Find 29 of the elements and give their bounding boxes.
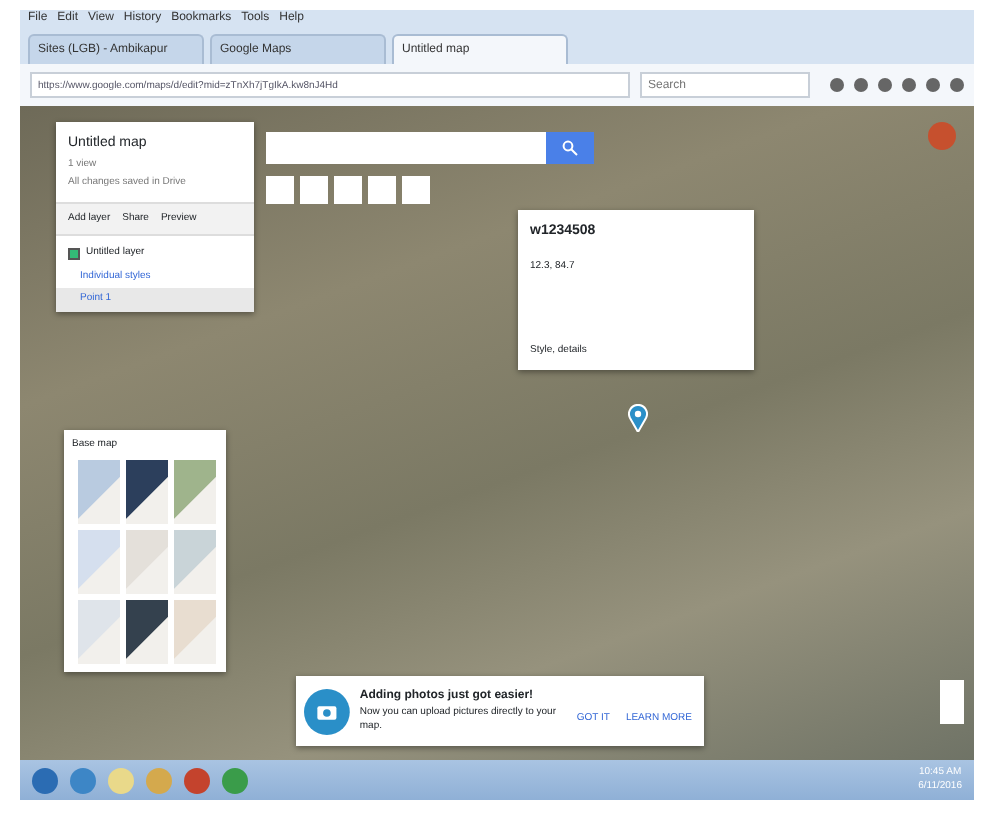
- map-tool-button[interactable]: [300, 176, 328, 204]
- map-style-thumbnail[interactable]: [174, 459, 216, 523]
- map-style-thumbnail[interactable]: [78, 599, 120, 663]
- map-tool-button[interactable]: [334, 176, 362, 204]
- search-button[interactable]: [546, 132, 594, 164]
- map-style-thumbnail[interactable]: [126, 529, 168, 593]
- taskbar-app-icon[interactable]: [70, 767, 96, 793]
- map-pin-icon[interactable]: [628, 403, 648, 432]
- account-avatar[interactable]: [928, 122, 956, 150]
- map-style-thumbnail[interactable]: [78, 529, 120, 593]
- map-tool-button[interactable]: [402, 176, 430, 204]
- map-style-thumbnail[interactable]: [174, 599, 216, 663]
- zoom-control[interactable]: [940, 680, 964, 724]
- search-icon: [562, 140, 578, 156]
- map-style-thumbnail[interactable]: [126, 459, 168, 523]
- taskbar-app-icon[interactable]: [32, 767, 58, 793]
- map-style-thumbnail[interactable]: [126, 599, 168, 663]
- taskbar-app-icon[interactable]: [222, 767, 248, 793]
- layer-checkbox[interactable]: [68, 247, 80, 260]
- taskbar-app-icon[interactable]: [108, 767, 134, 793]
- satellite-map[interactable]: [20, 106, 974, 760]
- map-style-thumbnail[interactable]: [174, 529, 216, 593]
- map-search-field[interactable]: [266, 132, 546, 164]
- map-tool-button[interactable]: [368, 176, 396, 204]
- taskbar-app-icon[interactable]: [184, 767, 210, 793]
- camera-icon: [304, 687, 350, 735]
- map-style-thumbnail[interactable]: [78, 459, 120, 523]
- taskbar-app-icon[interactable]: [146, 767, 172, 793]
- map-tool-button[interactable]: [266, 176, 294, 204]
